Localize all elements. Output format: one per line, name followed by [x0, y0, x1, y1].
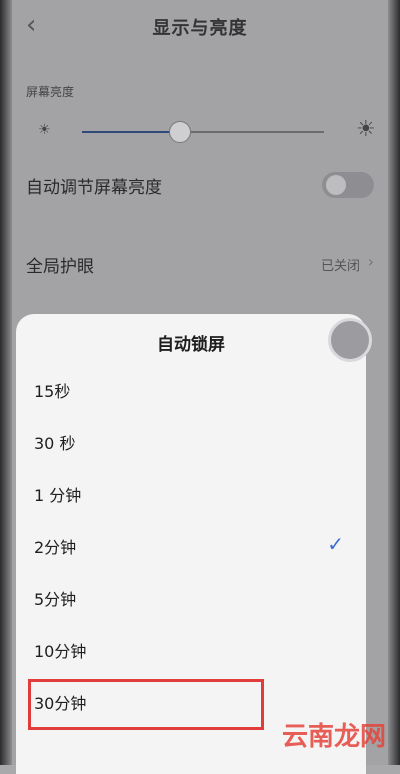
brightness-slider[interactable] — [82, 121, 324, 143]
lock-option-label: 1 分钟 — [34, 486, 82, 505]
watermark-text: 云南龙网 — [281, 722, 386, 752]
toggle-knob — [326, 175, 346, 195]
auto-brightness-label: 自动调节屏幕亮度 — [26, 178, 162, 198]
lock-option[interactable]: 2分钟 ✓ — [16, 520, 366, 572]
lock-option-label: 10分钟 — [34, 642, 87, 661]
page-title: 显示与亮度 — [152, 18, 248, 39]
dialog-close-icon[interactable] — [328, 318, 372, 362]
lock-option-label: 30 秒 — [34, 434, 76, 453]
lock-option[interactable]: 15秒 — [16, 364, 366, 416]
brightness-slider-thumb[interactable] — [168, 121, 191, 143]
dialog-title: 自动锁屏 — [157, 335, 225, 355]
lock-option[interactable]: 30 秒 — [16, 416, 366, 468]
highlight-box — [28, 679, 264, 730]
lock-option-label: 5分钟 — [34, 590, 77, 609]
brightness-slider-fill — [82, 131, 179, 133]
chevron-right-icon: › — [367, 252, 374, 271]
eye-protection-value: 已关闭 — [320, 259, 360, 274]
checkmark-icon: ✓ — [327, 532, 344, 556]
lock-option[interactable]: 1 分钟 — [16, 468, 366, 520]
sun-large-icon: ☀ — [356, 117, 376, 142]
eye-protection-row[interactable]: 全局护眼 已关闭 › — [26, 244, 374, 284]
phone-frame-left — [0, 0, 12, 765]
lock-option[interactable]: 5分钟 — [16, 572, 366, 624]
brightness-section-label: 屏幕亮度 — [26, 85, 75, 99]
lock-option-label: 15秒 — [34, 382, 71, 401]
auto-brightness-row[interactable]: 自动调节屏幕亮度 — [26, 165, 374, 205]
lock-option[interactable]: 10分钟 — [16, 624, 366, 676]
lock-option-label: 2分钟 — [34, 538, 77, 557]
auto-brightness-toggle[interactable] — [322, 172, 374, 198]
eye-protection-label: 全局护眼 — [26, 257, 94, 277]
header: ‹ 显示与亮度 — [12, 0, 388, 52]
sun-small-icon: ☀ — [38, 122, 51, 138]
phone-frame-right — [388, 0, 400, 765]
